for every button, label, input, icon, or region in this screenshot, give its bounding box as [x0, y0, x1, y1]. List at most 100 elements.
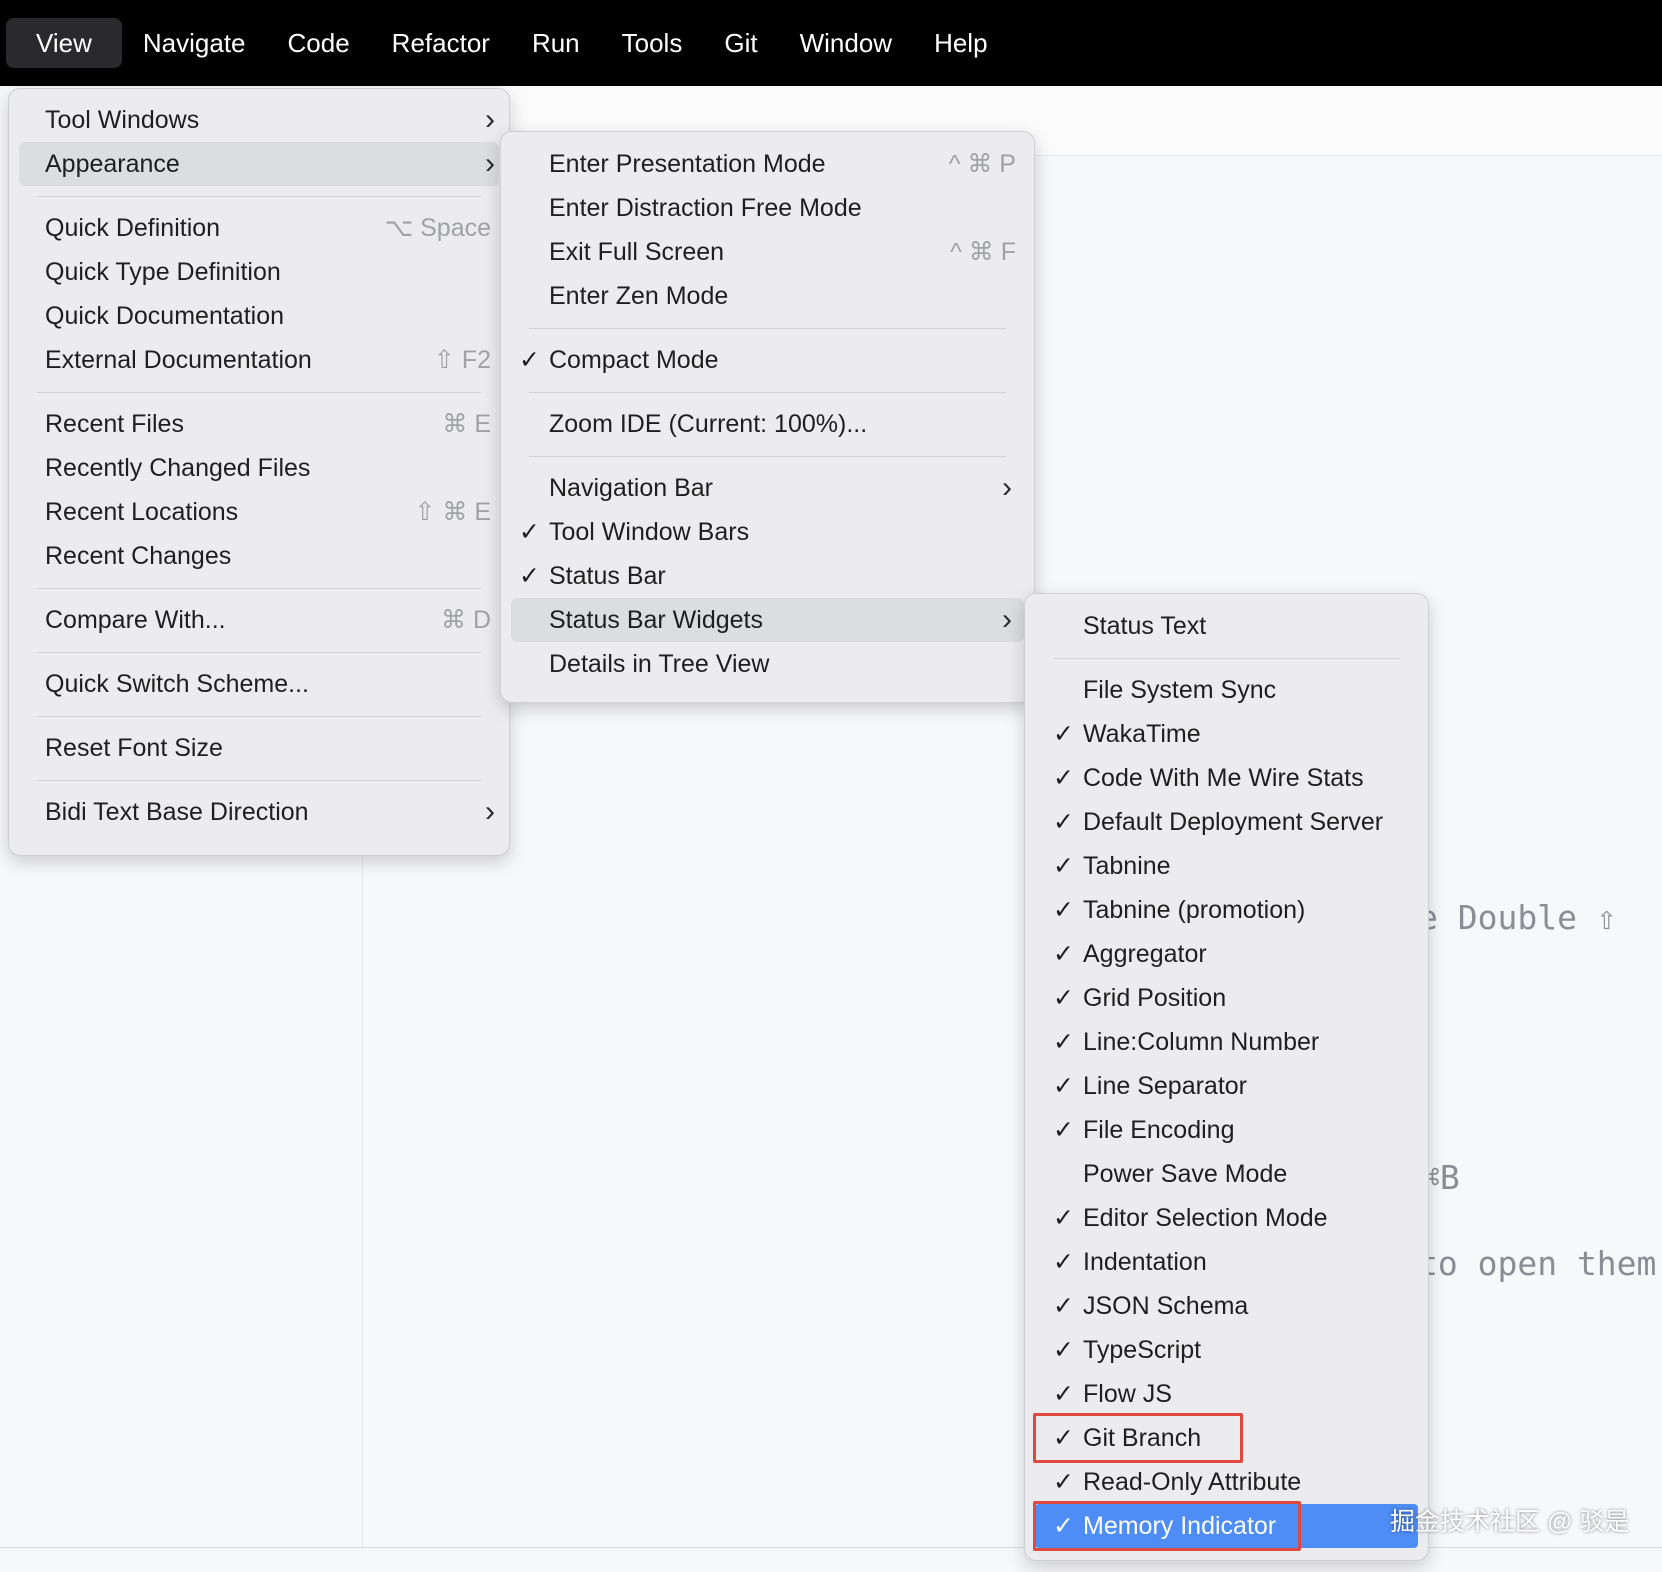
menubar-item-run[interactable]: Run [511, 18, 601, 68]
menu-item-file-encoding[interactable]: ✓ File Encoding [1035, 1108, 1418, 1152]
editor-hint-text: e Double ⇧ [1418, 898, 1617, 937]
editor-hint-text: to open them [1418, 1244, 1657, 1283]
menu-bar: View Navigate Code Refactor Run Tools Git Windo… [0, 0, 1662, 86]
menu-item-status-bar[interactable]: ✓ Status Bar [511, 554, 1024, 598]
shortcut-label: ⌘ D [441, 606, 491, 634]
menu-item-code-with-me-wire-stats[interactable]: ✓ Code With Me Wire Stats [1035, 756, 1418, 800]
menu-item-default-deployment-server[interactable]: ✓ Default Deployment Server [1035, 800, 1418, 844]
menu-item-status-text[interactable]: Status Text [1035, 604, 1418, 648]
menubar-item-navigate[interactable]: Navigate [122, 18, 267, 68]
menu-item-quick-type-definition[interactable]: Quick Type Definition [19, 250, 499, 294]
menu-item-label: Quick Switch Scheme... [45, 670, 309, 698]
sidebar-divider [362, 830, 363, 1550]
chevron-right-icon: › [485, 147, 495, 180]
menu-item-compare-with[interactable]: Compare With... ⌘ D [19, 598, 499, 642]
menu-item-enter-distraction-free-mode[interactable]: Enter Distraction Free Mode [511, 186, 1024, 230]
menu-item-quick-documentation[interactable]: Quick Documentation [19, 294, 499, 338]
menu-item-flow-js[interactable]: ✓ Flow JS [1035, 1372, 1418, 1416]
menu-item-enter-zen-mode[interactable]: Enter Zen Mode [511, 274, 1024, 318]
menubar-item-code[interactable]: Code [267, 18, 371, 68]
checkmark-icon: ✓ [1053, 984, 1074, 1012]
menu-item-line-column-number[interactable]: ✓ Line:Column Number [1035, 1020, 1418, 1064]
checkmark-icon: ✓ [519, 562, 540, 590]
menu-item-tool-window-bars[interactable]: ✓ Tool Window Bars [511, 510, 1024, 554]
checkmark-icon: ✓ [1053, 1336, 1074, 1364]
checkmark-icon: ✓ [1053, 1292, 1074, 1320]
watermark: 掘金技术社区 @ 驳是 [1390, 1508, 1630, 1536]
menu-item-label: Recent Files [45, 410, 184, 438]
shortcut-label: ^ ⌘ P [948, 150, 1016, 178]
menubar-item-window[interactable]: Window [779, 18, 913, 68]
checkmark-icon: ✓ [1053, 808, 1074, 836]
checkmark-icon: ✓ [1053, 720, 1074, 748]
chevron-right-icon: › [1002, 471, 1012, 504]
menu-item-label: Quick Type Definition [45, 258, 281, 286]
menu-item-label: Zoom IDE (Current: 100%)... [549, 410, 868, 438]
menu-item-label: Editor Selection Mode [1083, 1204, 1328, 1232]
menu-item-aggregator[interactable]: ✓ Aggregator [1035, 932, 1418, 976]
shortcut-label: ⇧ ⌘ E [414, 498, 491, 526]
menu-item-compact-mode[interactable]: ✓ Compact Mode [511, 338, 1024, 382]
menu-item-label: Read-Only Attribute [1083, 1468, 1302, 1496]
menu-item-label: Grid Position [1083, 984, 1227, 1012]
menu-item-tool-windows[interactable]: Tool Windows › [19, 98, 499, 142]
menu-item-navigation-bar[interactable]: Navigation Bar › [511, 466, 1024, 510]
menu-separator [529, 392, 1006, 393]
menu-item-enter-presentation-mode[interactable]: Enter Presentation Mode ^ ⌘ P [511, 142, 1024, 186]
menu-item-exit-full-screen[interactable]: Exit Full Screen ^ ⌘ F [511, 230, 1024, 274]
menu-item-wakatime[interactable]: ✓ WakaTime [1035, 712, 1418, 756]
menu-separator [529, 328, 1006, 329]
menu-item-label: Line Separator [1083, 1072, 1248, 1100]
menu-item-recent-changes[interactable]: Recent Changes [19, 534, 499, 578]
menu-item-label: Status Bar [549, 562, 666, 590]
menu-item-label: WakaTime [1083, 720, 1201, 748]
menu-item-bidi-text-base-direction[interactable]: Bidi Text Base Direction › [19, 790, 499, 834]
shortcut-label: ⌘ E [442, 410, 491, 438]
menu-item-external-documentation[interactable]: External Documentation ⇧ F2 [19, 338, 499, 382]
menu-item-label: Aggregator [1083, 940, 1207, 968]
menu-separator [37, 780, 481, 781]
menubar-item-tools[interactable]: Tools [601, 18, 704, 68]
menu-item-label: Indentation [1083, 1248, 1207, 1276]
shortcut-label: ⌥ Space [384, 214, 491, 242]
menubar-item-git[interactable]: Git [703, 18, 778, 68]
menu-item-details-in-tree-view[interactable]: Details in Tree View [511, 642, 1024, 686]
shortcut-label: ^ ⌘ F [950, 238, 1016, 266]
chevron-right-icon: › [1002, 603, 1012, 636]
menu-item-reset-font-size[interactable]: Reset Font Size [19, 726, 499, 770]
menu-item-json-schema[interactable]: ✓ JSON Schema [1035, 1284, 1418, 1328]
menubar-item-refactor[interactable]: Refactor [371, 18, 511, 68]
menu-item-label: Quick Definition [45, 214, 221, 242]
menu-item-label: External Documentation [45, 346, 312, 374]
menu-separator [37, 588, 481, 589]
menu-item-label: Appearance [45, 150, 180, 178]
menubar-item-help[interactable]: Help [913, 18, 1008, 68]
menu-item-label: Navigation Bar [549, 474, 713, 502]
checkmark-icon: ✓ [1053, 940, 1074, 968]
menu-item-typescript[interactable]: ✓ TypeScript [1035, 1328, 1418, 1372]
menu-item-power-save-mode[interactable]: Power Save Mode [1035, 1152, 1418, 1196]
menu-item-recent-files[interactable]: Recent Files ⌘ E [19, 402, 499, 446]
menu-item-label: Status Bar Widgets [549, 606, 763, 634]
menu-item-status-bar-widgets[interactable]: Status Bar Widgets › [511, 598, 1024, 642]
menubar-item-view[interactable]: View [6, 18, 122, 68]
menu-item-zoom-ide-current-100[interactable]: Zoom IDE (Current: 100%)... [511, 402, 1024, 446]
menu-item-editor-selection-mode[interactable]: ✓ Editor Selection Mode [1035, 1196, 1418, 1240]
menu-item-recently-changed-files[interactable]: Recently Changed Files [19, 446, 499, 490]
menu-item-indentation[interactable]: ✓ Indentation [1035, 1240, 1418, 1284]
menu-item-label: Enter Zen Mode [549, 282, 729, 310]
menu-item-label: Tabnine (promotion) [1083, 896, 1306, 924]
menu-item-recent-locations[interactable]: Recent Locations ⇧ ⌘ E [19, 490, 499, 534]
menu-item-quick-definition[interactable]: Quick Definition ⌥ Space [19, 206, 499, 250]
menu-item-appearance[interactable]: Appearance › [19, 142, 499, 186]
menu-item-file-system-sync[interactable]: File System Sync [1035, 668, 1418, 712]
menu-item-quick-switch-scheme[interactable]: Quick Switch Scheme... [19, 662, 499, 706]
menu-item-grid-position[interactable]: ✓ Grid Position [1035, 976, 1418, 1020]
menu-item-line-separator[interactable]: ✓ Line Separator [1035, 1064, 1418, 1108]
menu-item-label: Quick Documentation [45, 302, 285, 330]
menu-item-read-only-attribute[interactable]: ✓ Read-Only Attribute [1035, 1460, 1418, 1504]
menu-item-tabnine-promotion[interactable]: ✓ Tabnine (promotion) [1035, 888, 1418, 932]
menu-item-tabnine[interactable]: ✓ Tabnine [1035, 844, 1418, 888]
menu-item-label: Recently Changed Files [45, 454, 311, 482]
menu-item-label: Default Deployment Server [1083, 808, 1384, 836]
